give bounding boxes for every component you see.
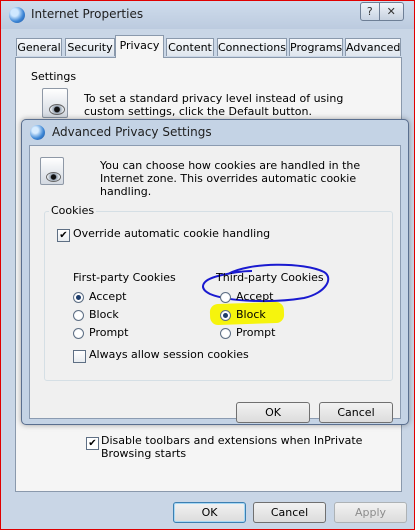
third-party-block-label: Block xyxy=(236,308,266,321)
dialog-ok-button[interactable]: OK xyxy=(236,402,310,423)
third-party-prompt-label: Prompt xyxy=(236,326,276,339)
third-party-accept-label: Accept xyxy=(236,290,274,303)
title-bar[interactable]: Internet Properties ? ✕ xyxy=(1,1,414,29)
first-party-cookies-label: First-party Cookies xyxy=(73,271,176,284)
cookies-group-label: Cookies xyxy=(49,204,97,217)
override-cookie-handling-checkbox[interactable]: ✔ xyxy=(57,229,70,242)
first-party-prompt-radio[interactable] xyxy=(73,328,84,339)
always-allow-session-checkbox[interactable] xyxy=(73,350,86,363)
internet-globe-icon xyxy=(30,125,45,140)
dialog-cancel-button[interactable]: Cancel xyxy=(319,402,393,423)
tab-security[interactable]: Security xyxy=(65,38,115,56)
inprivate-toolbars-label: Disable toolbars and extensions when InP… xyxy=(101,434,363,460)
internet-globe-icon xyxy=(9,7,25,23)
cancel-button[interactable]: Cancel xyxy=(253,502,326,523)
tab-advanced[interactable]: Advanced xyxy=(345,38,401,56)
tab-content[interactable]: Content xyxy=(166,38,214,56)
standard-level-description: To set a standard privacy level instead … xyxy=(84,92,344,118)
caption-buttons: ? ✕ xyxy=(360,2,404,21)
settings-heading: Settings xyxy=(31,70,77,83)
close-button[interactable]: ✕ xyxy=(379,2,404,21)
advanced-privacy-settings-dialog: Advanced Privacy Settings You can choose… xyxy=(21,119,409,425)
third-party-cookies-label: Third-party Cookies xyxy=(216,271,324,284)
apply-button[interactable]: Apply xyxy=(334,502,407,523)
dialog-client-area: You can choose how cookies are handled i… xyxy=(29,145,401,423)
dialog-title: Advanced Privacy Settings xyxy=(52,125,212,139)
always-allow-session-label: Always allow session cookies xyxy=(89,348,249,361)
privacy-shield-icon xyxy=(42,88,68,118)
third-party-prompt-radio[interactable] xyxy=(220,328,231,339)
inprivate-toolbars-checkbox[interactable]: ✔ xyxy=(86,437,99,450)
tab-general[interactable]: General xyxy=(16,38,62,56)
tab-connections[interactable]: Connections xyxy=(217,38,287,56)
tab-privacy[interactable]: Privacy xyxy=(115,35,164,58)
first-party-accept-label: Accept xyxy=(89,290,127,303)
override-cookie-handling-label: Override automatic cookie handling xyxy=(73,227,271,240)
window-title: Internet Properties xyxy=(31,7,144,21)
third-party-accept-radio[interactable] xyxy=(220,292,231,303)
first-party-block-radio[interactable] xyxy=(73,310,84,321)
ok-button[interactable]: OK xyxy=(173,502,246,523)
third-party-block-radio[interactable] xyxy=(220,310,231,321)
help-button[interactable]: ? xyxy=(360,2,380,21)
tab-programs[interactable]: Programs xyxy=(289,38,343,56)
privacy-shield-icon xyxy=(40,157,64,185)
first-party-accept-radio[interactable] xyxy=(73,292,84,303)
cookie-handling-description: You can choose how cookies are handled i… xyxy=(100,159,361,198)
first-party-block-label: Block xyxy=(89,308,119,321)
first-party-prompt-label: Prompt xyxy=(89,326,129,339)
